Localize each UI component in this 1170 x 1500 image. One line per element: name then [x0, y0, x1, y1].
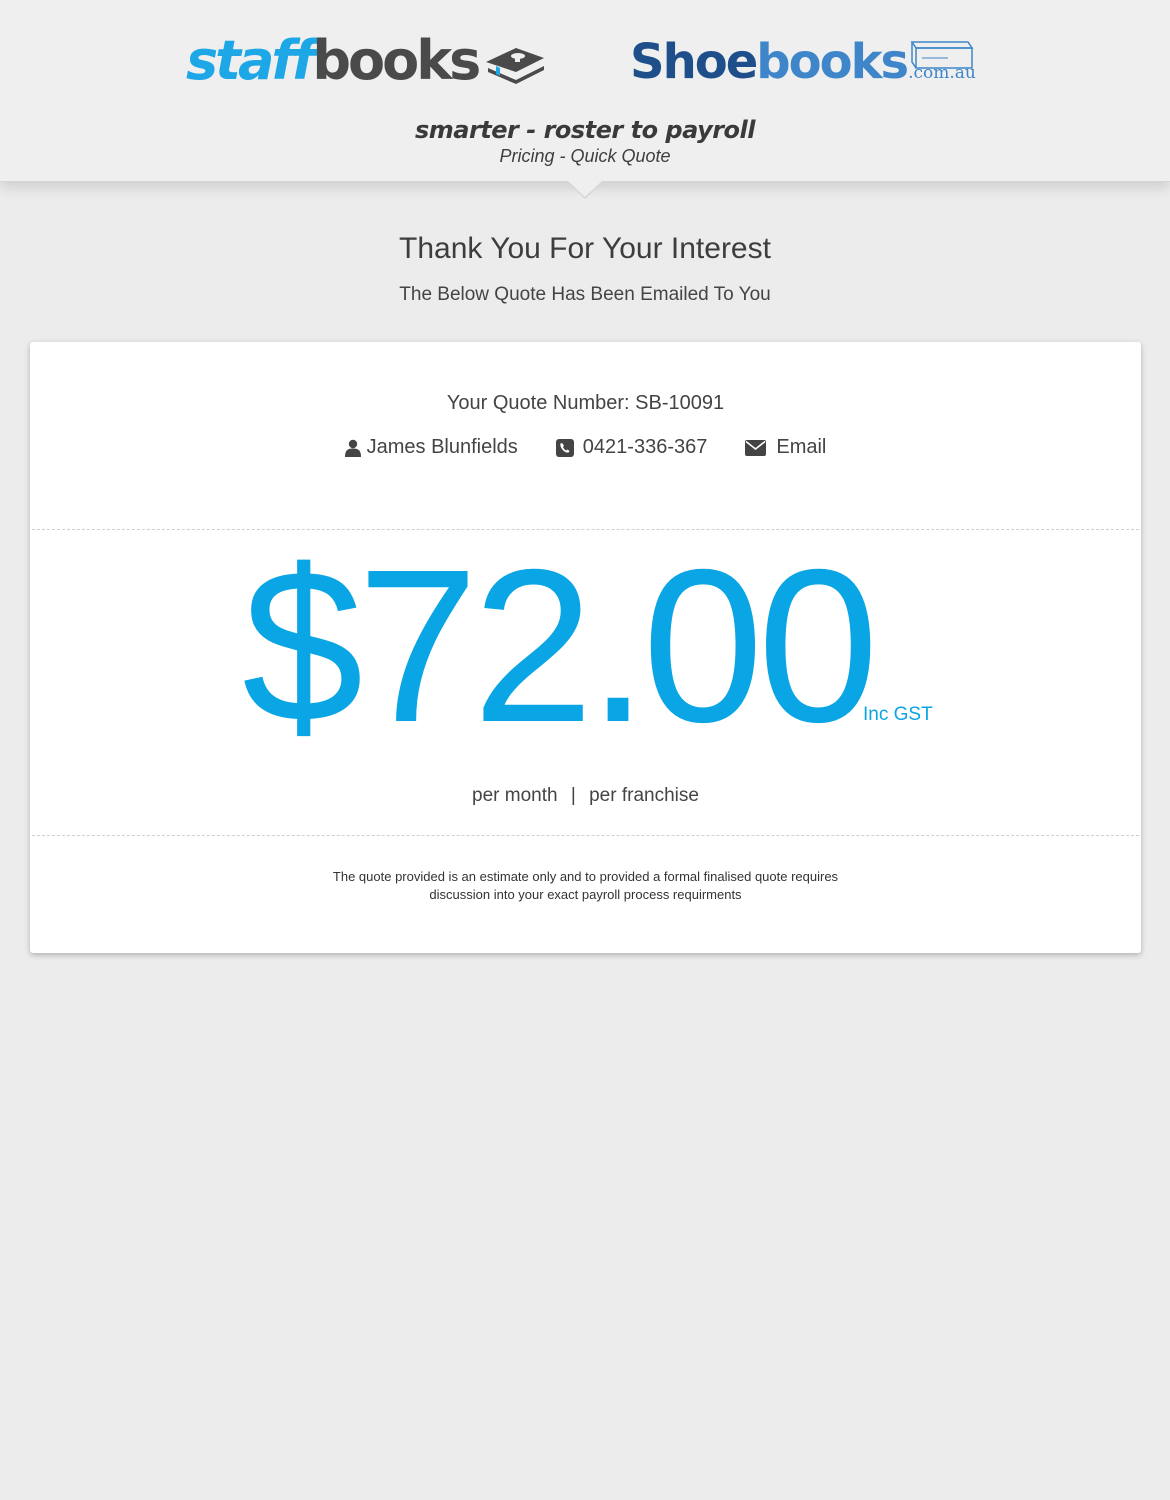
- user-icon: [344, 439, 361, 457]
- gst-label: Inc GST: [863, 704, 933, 725]
- page-subtitle: Pricing - Quick Quote: [499, 146, 671, 166]
- tagline: smarter - roster to payroll: [414, 116, 756, 144]
- logo-shoe-text: Shoe: [630, 34, 758, 90]
- shoebooks-logo[interactable]: Shoe books .com.au: [630, 34, 976, 90]
- per-franchise-text: per franchise: [589, 785, 699, 806]
- billing-period: per month | per franchise: [30, 785, 1141, 807]
- contact-name-text: James Blunfields: [366, 436, 518, 458]
- contact-name: James Blunfields: [344, 436, 518, 459]
- contact-email[interactable]: Email: [745, 436, 826, 459]
- header-arrow: [568, 181, 602, 197]
- contact-phone[interactable]: 0421-336-367: [555, 436, 708, 459]
- disclaimer-line-1: The quote provided is an estimate only a…: [332, 869, 839, 884]
- billing-separator: |: [570, 785, 576, 806]
- phone-square-icon: [555, 438, 574, 457]
- contact-phone-text[interactable]: 0421-336-367: [583, 436, 708, 459]
- quote-card: Your Quote Number: SB-10091 James Blunfi…: [30, 342, 1141, 953]
- shoebox-icon: [910, 41, 974, 69]
- logo-shoe-books-text: books: [756, 34, 909, 90]
- quote-disclaimer: The quote provided is an estimate only a…: [30, 868, 1141, 904]
- contact-row: James Blunfields 0421-336-367 Email: [30, 436, 1141, 459]
- per-month-text: per month: [472, 785, 558, 806]
- site-header: staff books Shoe books .com.au smarter -…: [0, 0, 1170, 182]
- quote-number: Your Quote Number: SB-10091: [446, 392, 725, 414]
- envelope-icon: [745, 439, 767, 456]
- divider-bottom: [32, 835, 1139, 836]
- logo-books-text: books: [312, 29, 481, 92]
- graduation-cap-book-icon: [486, 48, 545, 84]
- price-amount: $72.00: [242, 525, 879, 768]
- price-block: $72.00 Inc GST: [30, 538, 1141, 756]
- staffbooks-logo[interactable]: staff books: [186, 30, 546, 92]
- contact-email-link[interactable]: Email: [776, 436, 826, 459]
- thank-you-heading: Thank You For Your Interest: [399, 232, 771, 265]
- logo-staff-text: staff: [186, 29, 315, 92]
- emailed-subheading: The Below Quote Has Been Emailed To You: [399, 284, 771, 305]
- disclaimer-line-2: discussion into your exact payroll proce…: [429, 887, 742, 902]
